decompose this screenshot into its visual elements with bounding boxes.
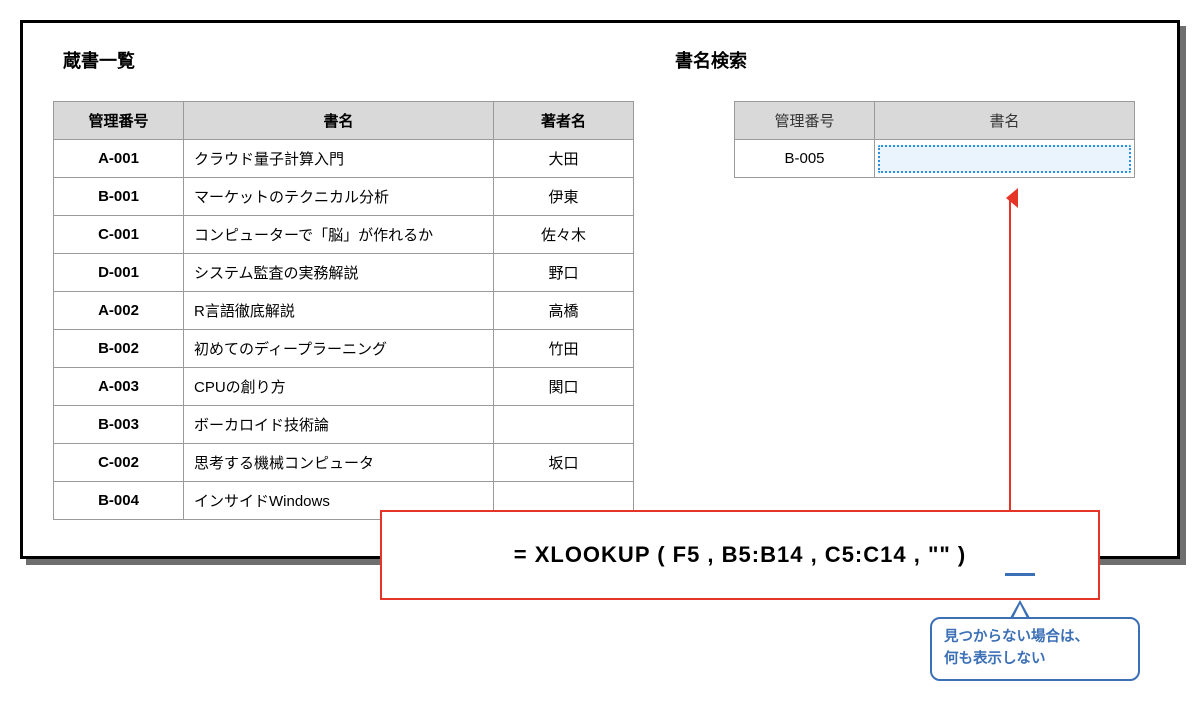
- table-row: D-001システム監査の実務解説野口: [54, 254, 634, 292]
- table-row: A-001クラウド量子計算入門大田: [54, 140, 634, 178]
- callout-line1: 見つからない場合は、: [944, 627, 1126, 649]
- section-titles: 蔵書一覧 書名検索: [53, 47, 1147, 73]
- table-row: B-002初めてのディープラーニング竹田: [54, 330, 634, 368]
- search-table: 管理番号 書名 B-005: [734, 101, 1135, 178]
- callout-line2: 何も表示しない: [944, 649, 1126, 671]
- formula-argument-underline: [1005, 573, 1035, 576]
- search-lookup-id: B-005: [735, 140, 875, 178]
- library-header-title: 書名: [184, 102, 494, 140]
- table-row: C-002思考する機械コンピュータ坂口: [54, 444, 634, 482]
- library-title: 蔵書一覧: [63, 47, 135, 73]
- formula-text: = XLOOKUP ( F5 , B5:B14 , C5:C14 , "" ): [514, 542, 967, 568]
- callout-tail-icon: [1010, 600, 1030, 618]
- table-row: A-002R言語徹底解説高橋: [54, 292, 634, 330]
- library-table: 管理番号 書名 著者名 A-001クラウド量子計算入門大田 B-001マーケット…: [53, 101, 634, 520]
- search-result-highlight: [878, 145, 1131, 173]
- search-result-cell: [875, 140, 1135, 178]
- table-row: B-001マーケットのテクニカル分析伊東: [54, 178, 634, 216]
- table-row: B-005: [735, 140, 1135, 178]
- document-frame: 蔵書一覧 書名検索 管理番号 書名 著者名 A-001クラウド量子計算入門大田 …: [20, 20, 1180, 559]
- search-header-title: 書名: [875, 102, 1135, 140]
- search-header-id: 管理番号: [735, 102, 875, 140]
- library-header-id: 管理番号: [54, 102, 184, 140]
- table-row: A-003CPUの創り方関口: [54, 368, 634, 406]
- library-header-author: 著者名: [494, 102, 634, 140]
- table-row: B-003ボーカロイド技術論: [54, 406, 634, 444]
- search-title: 書名検索: [675, 47, 747, 73]
- callout-box: 見つからない場合は、 何も表示しない: [930, 617, 1140, 681]
- formula-box: = XLOOKUP ( F5 , B5:B14 , C5:C14 , "" ): [380, 510, 1100, 600]
- table-row: C-001コンピューターで「脳」が作れるか佐々木: [54, 216, 634, 254]
- library-table-body: A-001クラウド量子計算入門大田 B-001マーケットのテクニカル分析伊東 C…: [54, 140, 634, 520]
